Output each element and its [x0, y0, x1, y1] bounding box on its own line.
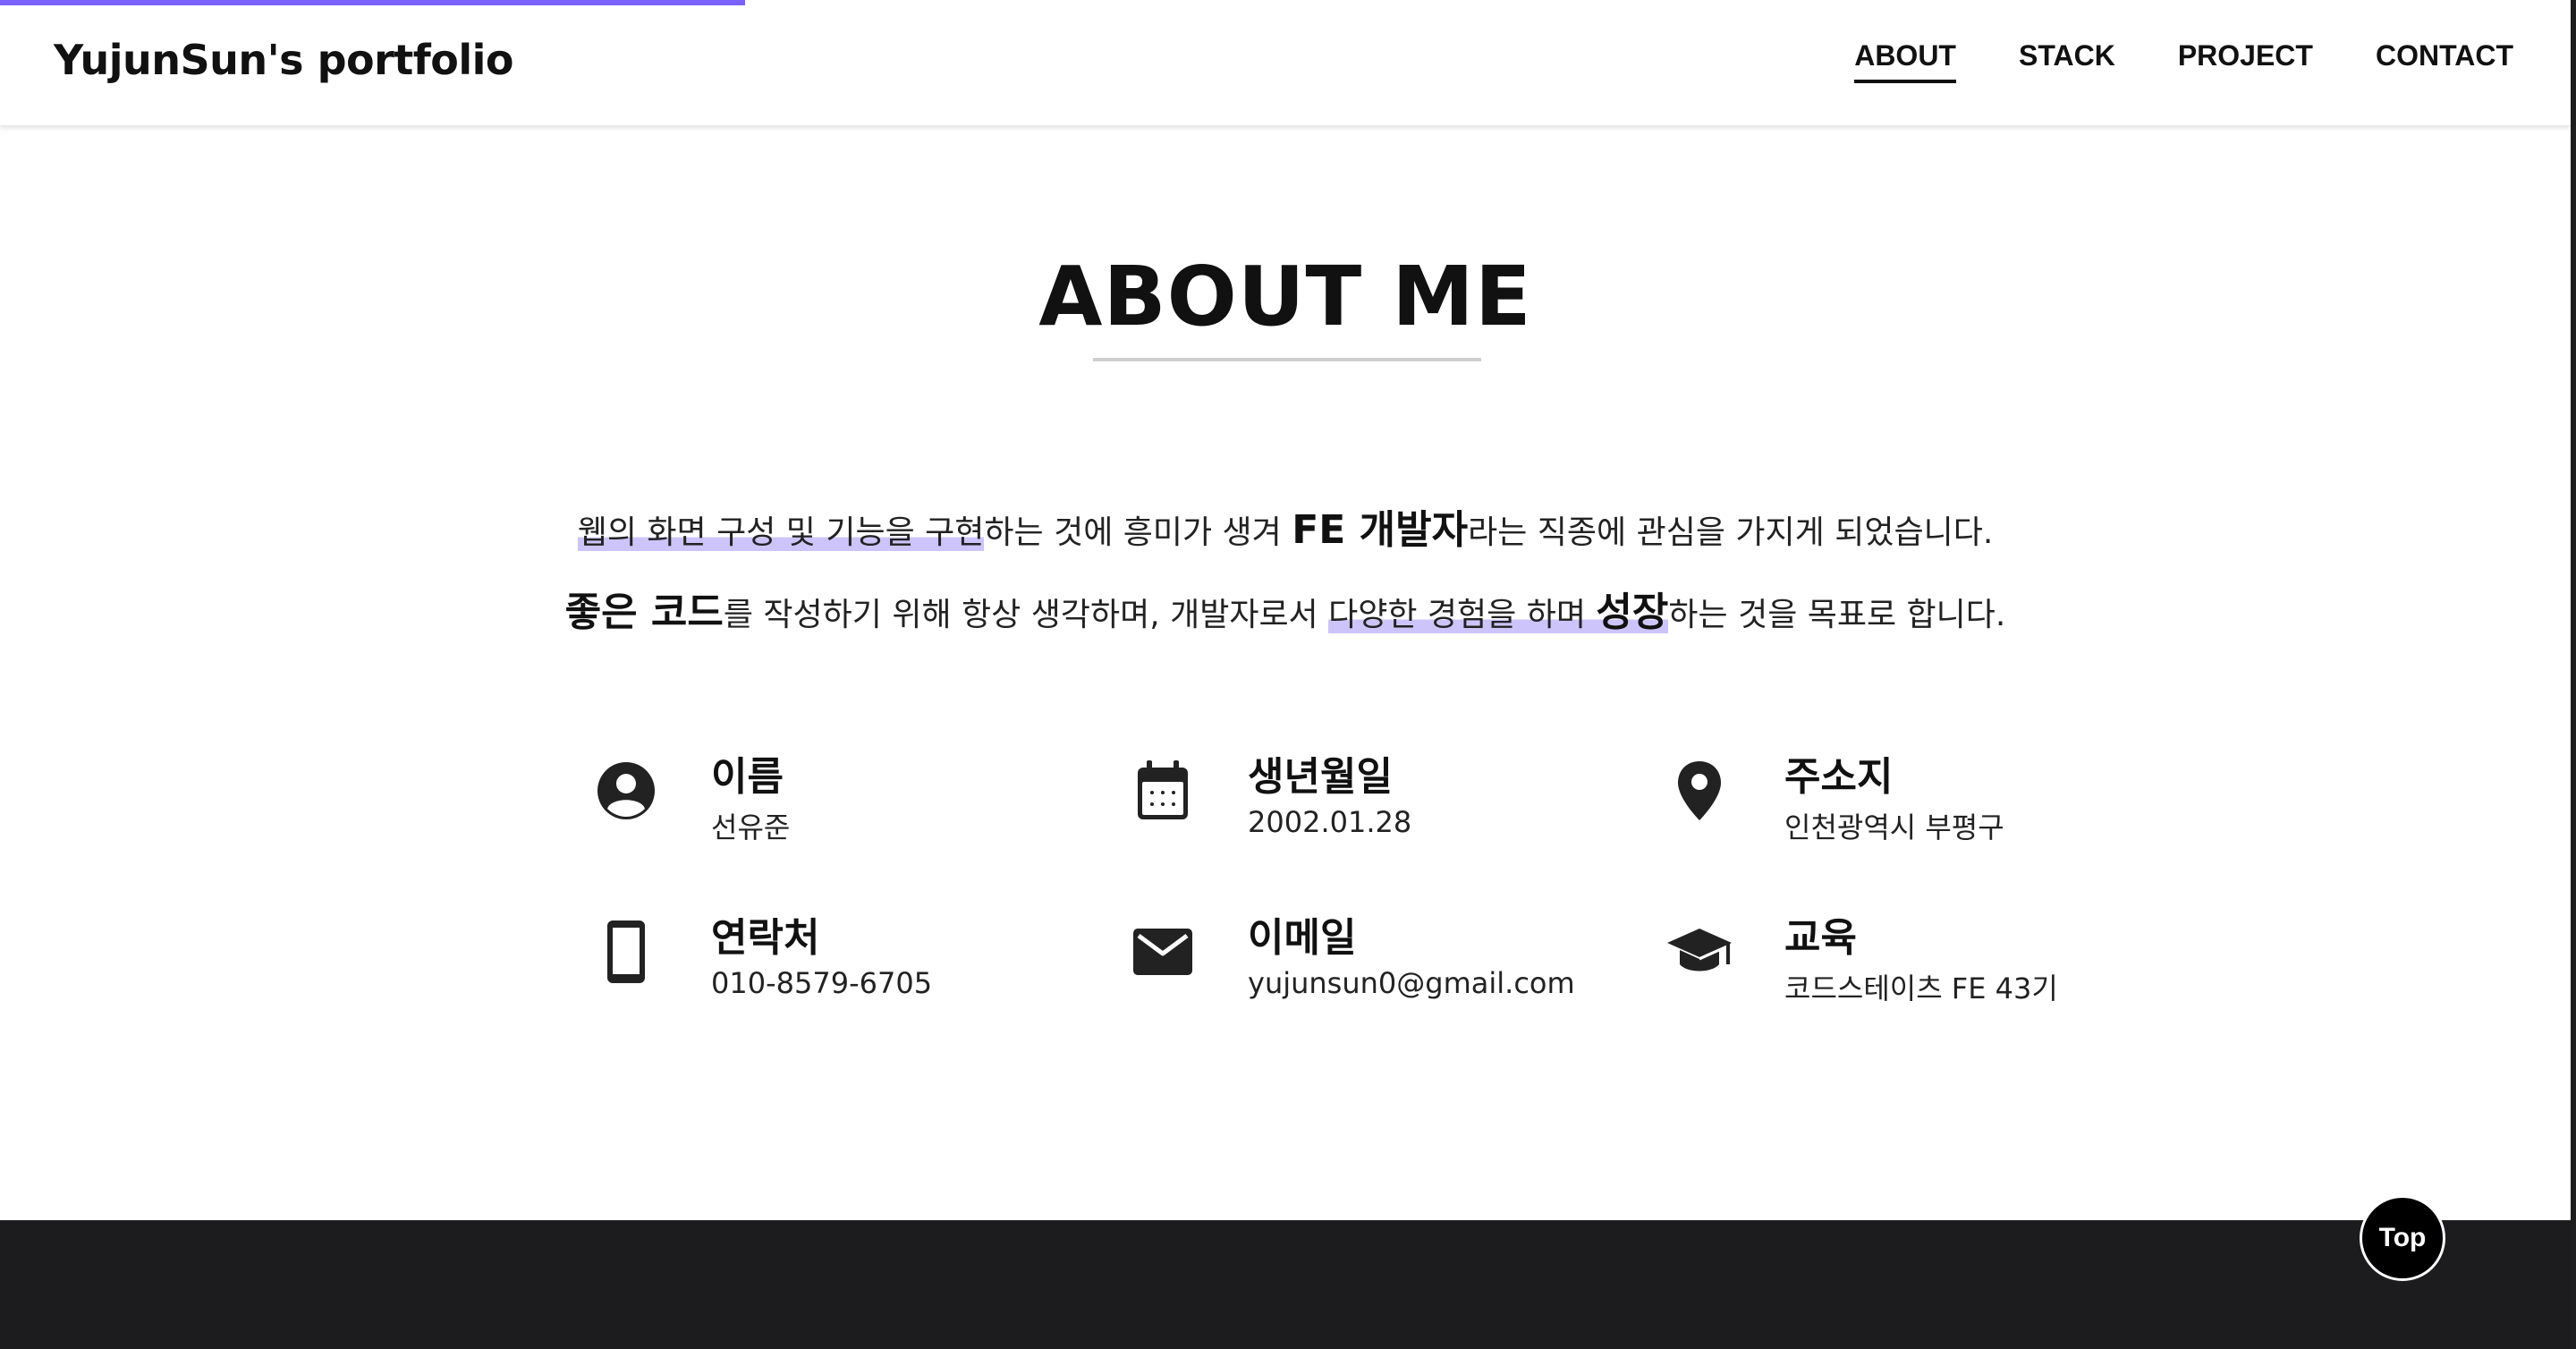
- scrollbar[interactable]: [2571, 0, 2576, 1349]
- nav-project[interactable]: PROJECT: [2178, 39, 2313, 83]
- intro-strong: FE 개발자: [1292, 507, 1469, 553]
- nav-contact[interactable]: CONTACT: [2376, 39, 2513, 83]
- intro-highlight: 웹의 화면 구성 및 기능을 구현: [577, 514, 985, 551]
- envelope-icon: [1127, 916, 1199, 988]
- user-circle-icon: [590, 755, 662, 827]
- nav-about[interactable]: ABOUT: [1854, 39, 1956, 83]
- info-label: 이메일: [1248, 915, 1357, 961]
- title-underline: [1093, 358, 1481, 361]
- info-label: 이름: [711, 754, 784, 800]
- calendar-icon: [1127, 755, 1199, 827]
- nav-stack[interactable]: STACK: [2019, 39, 2115, 83]
- info-label: 교육: [1784, 915, 1857, 961]
- intro-text: 를 작성하기 위해 항상 생각하며, 개발자로서: [723, 597, 1329, 633]
- intro-text: 라는 직종에 관심을 가지게 되었습니다.: [1468, 514, 1994, 551]
- info-value: 인천광역시 부평구: [1784, 810, 2004, 844]
- info-value: 선유준: [711, 810, 791, 844]
- intro-text: 하는 것을 목표로 합니다.: [1668, 597, 2006, 633]
- scroll-top-button[interactable]: Top: [2360, 1195, 2445, 1281]
- brand-title[interactable]: YujunSun's portfolio: [54, 36, 514, 84]
- intro-text: 하는 것에 흥미가 생겨: [984, 514, 1292, 551]
- intro-highlight-text: 다양한 경험을 하며: [1328, 597, 1597, 633]
- info-value: 2002.01.28: [1248, 805, 1412, 839]
- main-nav: ABOUT STACK PROJECT CONTACT: [1854, 39, 2513, 83]
- mobile-phone-icon: [590, 916, 662, 988]
- info-label: 연락처: [711, 915, 820, 961]
- intro-line-2: 좋은 코드를 작성하기 위해 항상 생각하며, 개발자로서 다양한 경험을 하며…: [0, 580, 2571, 637]
- intro-highlight: 다양한 경험을 하며 성장: [1328, 590, 1669, 635]
- info-label: 생년월일: [1248, 754, 1393, 800]
- intro-strong: 성장: [1596, 590, 1669, 635]
- info-value: 코드스테이츠 FE 43기: [1784, 971, 2058, 1005]
- intro-strong: 좋은 코드: [564, 590, 724, 635]
- header: YujunSun's portfolio ABOUT STACK PROJECT…: [0, 0, 2571, 126]
- graduation-cap-icon: [1664, 916, 1735, 988]
- footer: [0, 1220, 2571, 1349]
- scroll-progress-bar: [0, 0, 746, 5]
- location-pin-icon: [1664, 755, 1735, 827]
- info-value: yujunsun0@gmail.com: [1248, 966, 1575, 1000]
- info-value: 010-8579-6705: [711, 966, 933, 1000]
- info-label: 주소지: [1784, 754, 1894, 800]
- intro-line-1: 웹의 화면 구성 및 기능을 구현하는 것에 흥미가 생겨 FE 개발자라는 직…: [0, 497, 2571, 555]
- section-title: ABOUT ME: [1038, 249, 1532, 344]
